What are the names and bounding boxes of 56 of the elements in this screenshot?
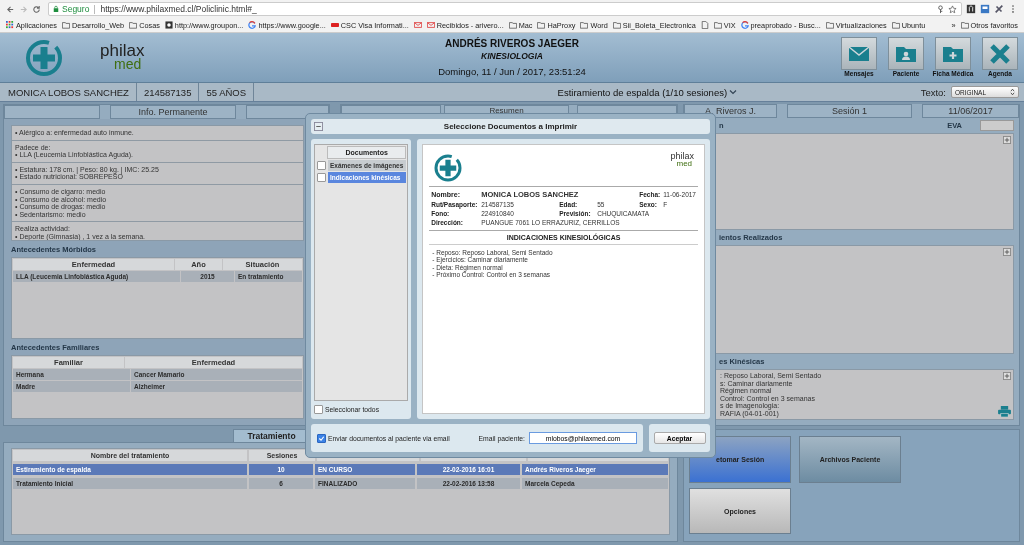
folder-icon <box>612 21 621 29</box>
stepper-icon <box>1010 88 1015 96</box>
reload-icon[interactable] <box>32 4 41 14</box>
folder-icon <box>580 21 589 29</box>
blank-tab[interactable] <box>4 105 100 119</box>
minimize-icon[interactable] <box>314 121 323 131</box>
envelope-icon <box>426 21 435 29</box>
doctor-name: ANDRÉS RIVEROS JAEGER <box>445 38 579 49</box>
panel-tab[interactable]: Sesión 1 <box>787 104 912 118</box>
star-icon[interactable] <box>948 4 957 14</box>
expand-icon[interactable] <box>1003 135 1011 144</box>
printer-icon[interactable] <box>998 406 1011 417</box>
ring-icon <box>248 21 257 29</box>
folder-icon <box>508 21 517 29</box>
logo-wordmark: philax med <box>100 44 145 71</box>
expand-icon[interactable] <box>1003 248 1011 256</box>
plus-logo-icon <box>433 152 464 183</box>
checkbox[interactable] <box>317 172 326 182</box>
eva-field[interactable] <box>980 119 1014 131</box>
key-icon[interactable] <box>936 4 945 14</box>
envelope-icon[interactable] <box>413 21 422 29</box>
patient-name: MONICA LOBOS SANCHEZ <box>3 83 137 101</box>
extension-icon[interactable] <box>966 4 976 14</box>
folder-icon <box>891 21 900 29</box>
logo-wordmark: philax med <box>670 152 694 168</box>
panel-tab[interactable]: 11/06/2017 <box>922 104 1019 118</box>
page-icon <box>164 21 173 29</box>
address-bar[interactable]: Seguro https://www.philaxmed.cl/Policlinic.html#_ <box>48 2 962 16</box>
patient-rut: 214587135 <box>136 83 200 101</box>
checkbox[interactable] <box>314 405 323 415</box>
close-icon <box>988 41 1012 66</box>
extension-icon[interactable] <box>994 4 1004 14</box>
treatment-dropdown[interactable]: Estiramiento de espalda (1/10 sesiones) <box>557 86 738 98</box>
folder-icon <box>129 21 138 29</box>
folder-icon <box>713 21 722 29</box>
patient-age: 55 AÑOS <box>199 83 255 101</box>
back-icon[interactable] <box>6 4 15 14</box>
caret-icon <box>729 89 738 95</box>
folder-icon <box>61 21 70 29</box>
file-icon[interactable] <box>700 21 709 29</box>
ring-icon <box>740 21 749 29</box>
lock-icon <box>53 5 59 13</box>
dialog-title: Seleccione Documentos a Imprimir <box>442 121 579 131</box>
checkbox[interactable] <box>317 433 326 443</box>
folder-icon <box>960 21 969 29</box>
plus-logo-icon <box>24 37 64 78</box>
specialty: KINESIOLOGIA <box>481 51 543 61</box>
text-label: Texto: <box>920 86 946 98</box>
folder-icon <box>825 21 834 29</box>
checkbox[interactable] <box>317 160 326 170</box>
date-time: Domingo, 11 / Jun / 2017, 23:51:24 <box>438 66 586 77</box>
expand-icon[interactable] <box>1003 372 1011 380</box>
folder-icon <box>537 21 546 29</box>
panel-tab[interactable]: Info. Permanente <box>110 105 236 119</box>
apps-grid-icon <box>6 21 14 29</box>
badge-icon <box>330 21 339 29</box>
